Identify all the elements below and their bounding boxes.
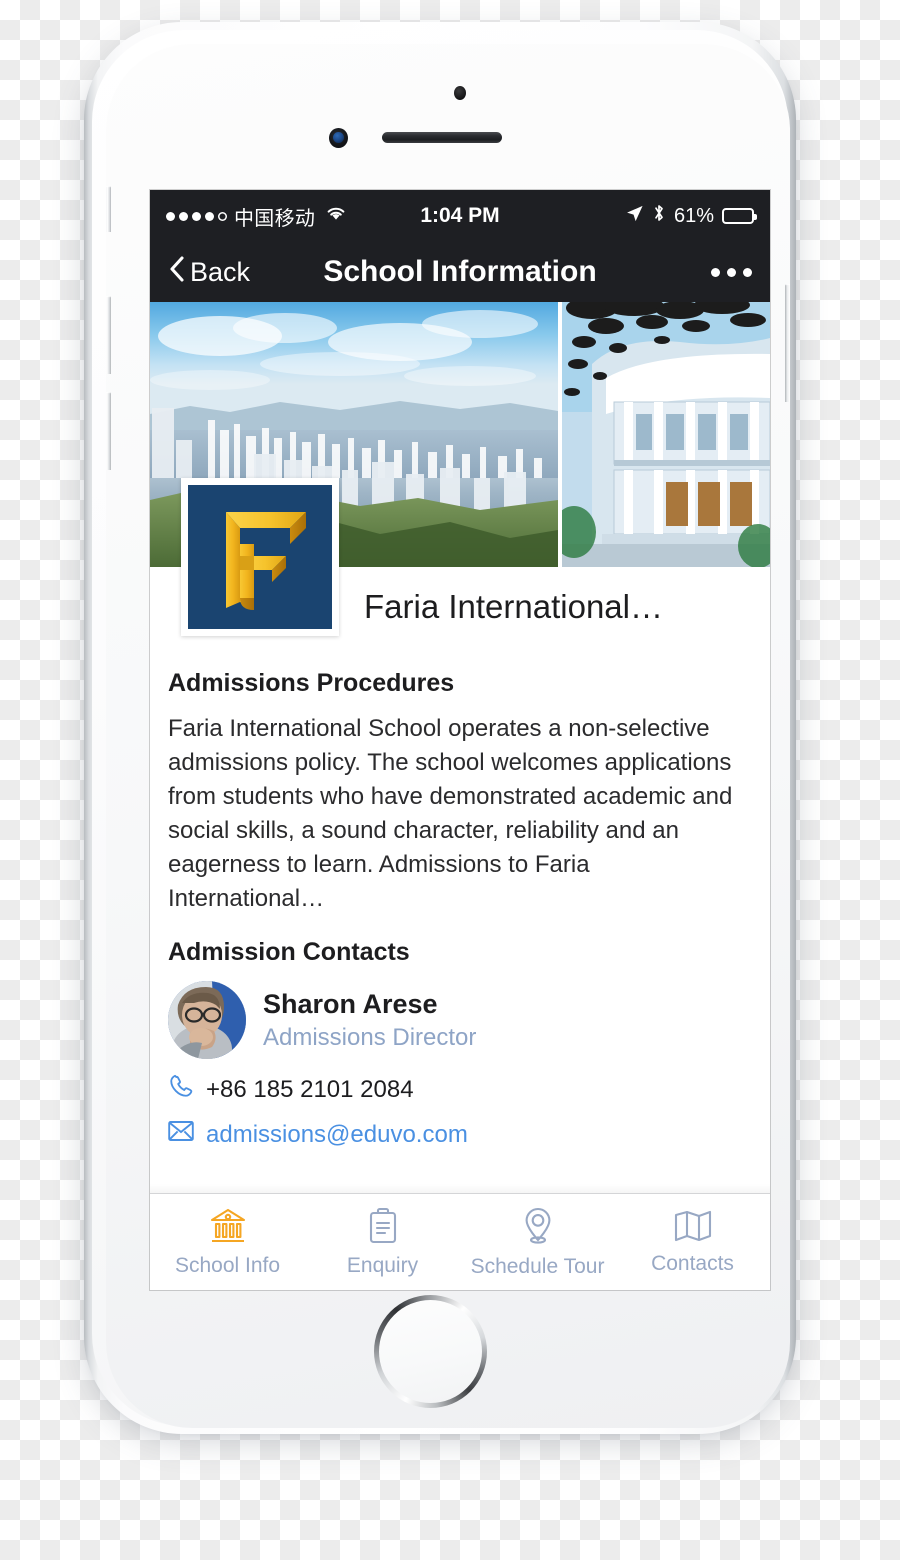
location-arrow-icon <box>625 204 644 229</box>
tab-contacts-label: Contacts <box>651 1251 734 1275</box>
nav-bar: Back School Information <box>150 242 770 302</box>
admission-contacts-heading: Admission Contacts <box>168 938 410 967</box>
location-pin-icon <box>521 1206 555 1251</box>
tab-enquiry-label: Enquiry <box>346 1253 419 1277</box>
phone-icon <box>168 1073 194 1106</box>
hero-image-strip <box>150 302 770 636</box>
battery-icon <box>722 208 757 224</box>
volume-up-button[interactable] <box>106 296 111 374</box>
contact-card[interactable]: Sharon Arese Admissions Director <box>150 967 770 1060</box>
school-logo-badge <box>188 485 332 629</box>
power-button[interactable] <box>785 284 790 402</box>
clipboard-icon <box>366 1207 400 1250</box>
carrier-name: 中国移动 <box>234 207 316 230</box>
phone-screen: 中国移动 1:04 PM 61% Back School Information… <box>150 190 770 1290</box>
wifi-icon <box>324 204 348 228</box>
envelope-icon <box>168 1120 194 1149</box>
device-outer-frame: 中国移动 1:04 PM 61% Back School Information… <box>84 22 796 1434</box>
admissions-procedures-heading: Admissions Procedures <box>168 669 455 697</box>
avatar <box>168 981 246 1060</box>
volume-down-button[interactable] <box>106 392 111 470</box>
bluetooth-icon <box>652 203 666 229</box>
faria-f-letter-icon <box>226 512 306 610</box>
school-building-photo <box>558 302 770 567</box>
proximity-sensor-icon <box>454 86 466 100</box>
contact-name: Sharon Arese <box>263 989 438 1019</box>
battery-percent-label: 61% <box>673 204 714 227</box>
iphone-device: 中国移动 1:04 PM 61% Back School Information… <box>84 22 796 1434</box>
chevron-left-icon <box>168 255 185 290</box>
school-logo <box>181 478 339 636</box>
ellipsis-icon[interactable] <box>711 267 752 277</box>
tab-school-info-label: School Info <box>174 1253 281 1277</box>
home-button[interactable] <box>374 1295 487 1408</box>
tab-school-info[interactable]: School Info <box>150 1194 305 1290</box>
status-bar: 中国移动 1:04 PM 61% <box>150 190 770 242</box>
status-bar-right: 61% <box>625 203 757 229</box>
contact-phone: +86 185 2101 2084 <box>206 1075 414 1103</box>
back-button[interactable]: Back <box>168 255 250 290</box>
school-name: Faria International… <box>364 588 663 625</box>
tab-schedule-tour[interactable]: Schedule Tour <box>460 1194 615 1290</box>
tab-bar: School Info Enquiry Schedule Tour Contac… <box>150 1193 770 1290</box>
contact-email: admissions@eduvo.com <box>206 1120 468 1148</box>
contact-phone-row[interactable]: +86 185 2101 2084 <box>150 1073 770 1106</box>
bank-building-icon <box>208 1207 248 1250</box>
device-front-face: 中国移动 1:04 PM 61% Back School Information… <box>106 44 790 1428</box>
main-content: Faria International… Admissions Procedur… <box>150 567 770 1208</box>
admissions-procedures-body: Faria International School operates a no… <box>168 715 733 913</box>
front-camera-icon <box>329 128 348 148</box>
contact-role: Admissions Director <box>263 1023 477 1051</box>
signal-strength-icon <box>166 211 227 221</box>
tab-schedule-tour-label: Schedule Tour <box>470 1254 605 1278</box>
map-icon <box>673 1209 713 1248</box>
device-inner-frame: 中国移动 1:04 PM 61% Back School Information… <box>92 30 790 1428</box>
contact-email-row[interactable]: admissions@eduvo.com <box>150 1120 770 1149</box>
tab-enquiry[interactable]: Enquiry <box>305 1194 460 1290</box>
back-button-label: Back <box>190 256 251 287</box>
tab-contacts[interactable]: Contacts <box>615 1194 770 1290</box>
status-bar-left: 中国移动 <box>166 202 348 231</box>
contact-person-text: Sharon Arese Admissions Director <box>263 988 476 1053</box>
earpiece-speaker-icon <box>382 132 502 143</box>
mute-switch[interactable] <box>106 186 111 232</box>
